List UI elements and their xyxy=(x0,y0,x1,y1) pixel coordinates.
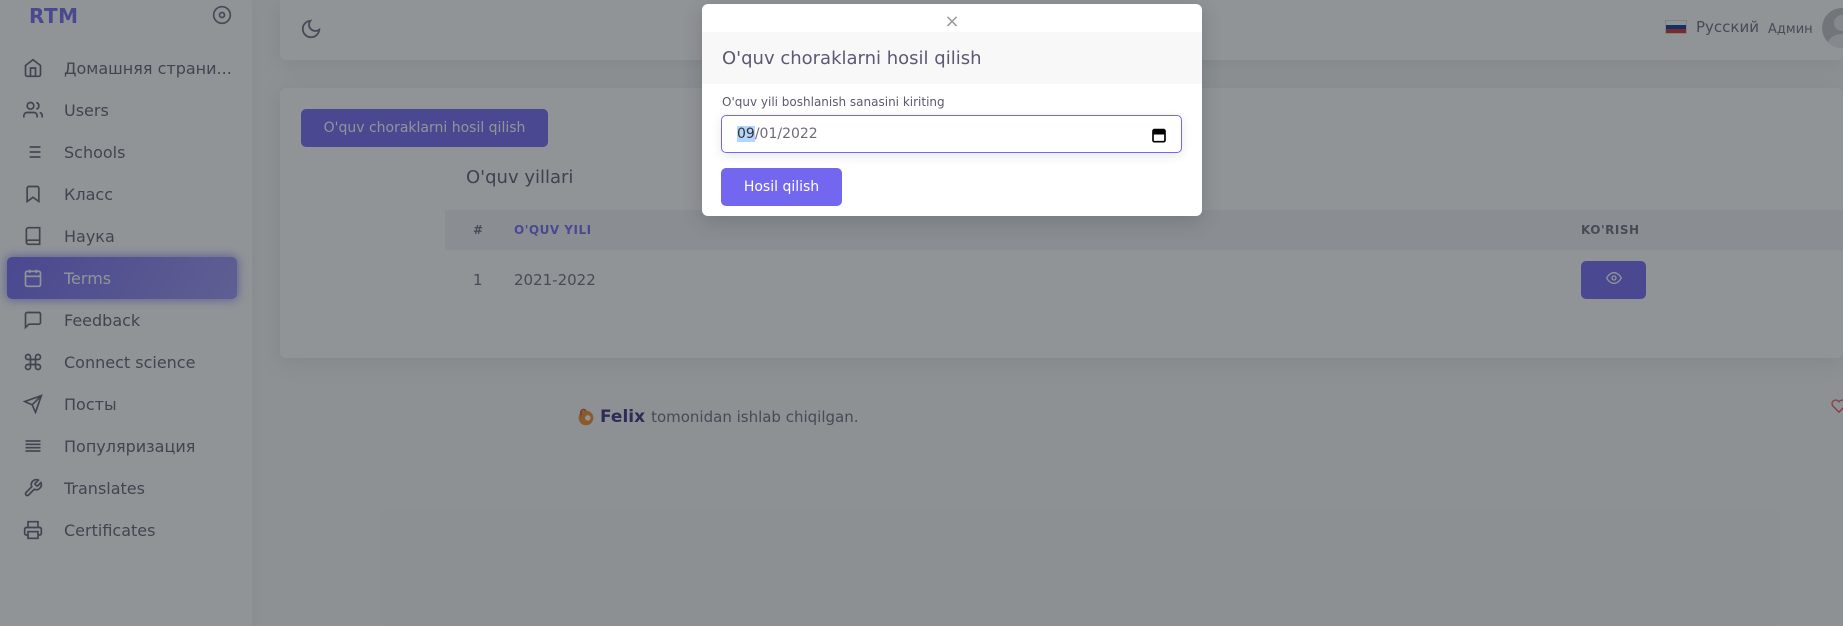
submit-button[interactable]: Hosil qilish xyxy=(721,168,842,206)
modal-header: O'quv choraklarni hosil qilish xyxy=(702,32,1202,84)
start-date-label: O'quv yili boshlanish sanasini kiriting xyxy=(722,95,945,109)
close-icon[interactable]: × xyxy=(941,11,963,33)
date-rest-segment[interactable]: /01/2022 xyxy=(755,126,818,142)
start-date-input[interactable]: 09/01/2022 xyxy=(721,115,1182,153)
generate-terms-modal: × O'quv choraklarni hosil qilish O'quv y… xyxy=(702,4,1202,216)
modal-title: O'quv choraklarni hosil qilish xyxy=(722,48,982,69)
calendar-picker-icon[interactable] xyxy=(1151,127,1167,143)
date-month-segment[interactable]: 09 xyxy=(737,126,755,142)
